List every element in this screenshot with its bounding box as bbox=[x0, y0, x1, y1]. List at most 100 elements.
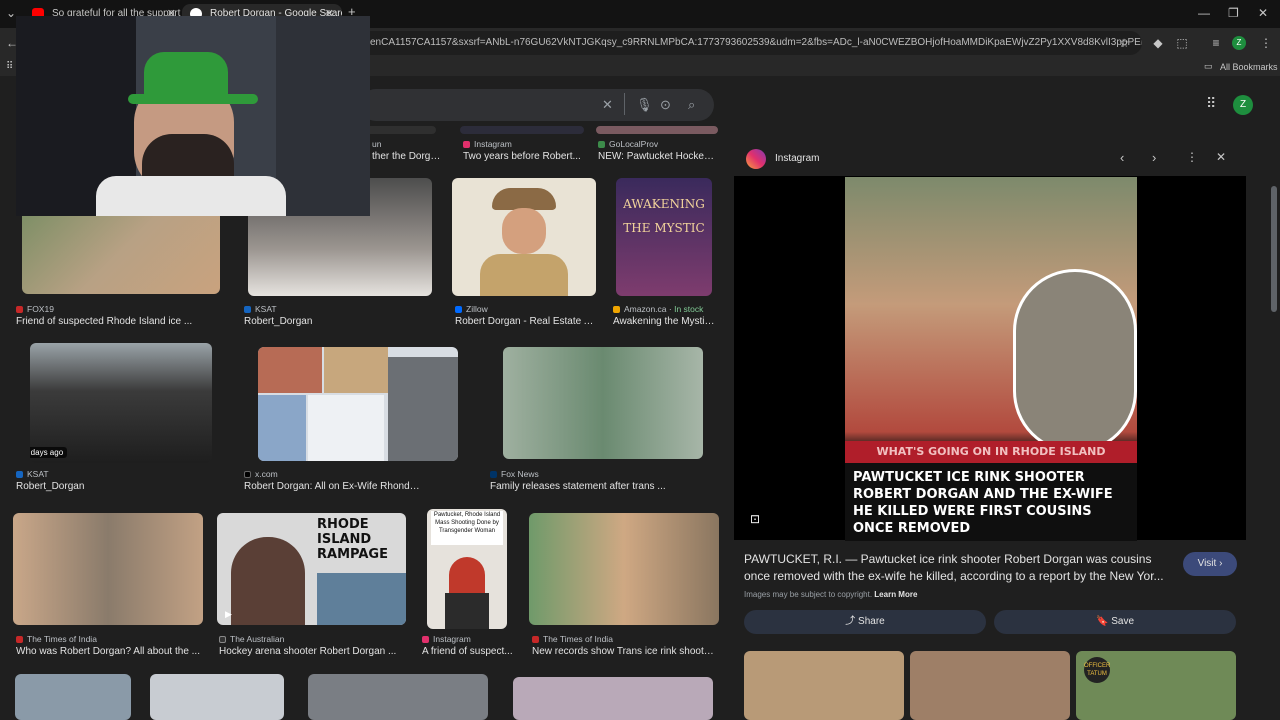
image-result[interactable] bbox=[13, 513, 203, 625]
result-title-line1[interactable]: PAWTUCKET, R.I. — Pawtucket ice rink sho… bbox=[744, 552, 1174, 566]
source-name: GoLocalProv bbox=[609, 139, 659, 149]
clear-search-icon[interactable]: ✕ bbox=[602, 97, 613, 113]
result-source: Instagram bbox=[422, 634, 471, 644]
save-button[interactable]: 🔖 Save bbox=[994, 610, 1236, 634]
account-avatar[interactable]: Z bbox=[1233, 95, 1253, 115]
source-name: Fox News bbox=[501, 469, 539, 479]
share-button[interactable]: ⤴ Share bbox=[744, 610, 986, 634]
image-result[interactable] bbox=[452, 178, 596, 296]
panel-source[interactable]: Instagram bbox=[775, 153, 819, 164]
white-shirt bbox=[96, 176, 286, 216]
rampage-overlay: RHODE ISLAND RAMPAGE bbox=[317, 517, 388, 562]
copyright-text: Images may be subject to copyright. bbox=[744, 590, 873, 599]
profile-avatar[interactable]: Z bbox=[1232, 36, 1246, 50]
landscape-photo bbox=[317, 573, 406, 625]
result-source: The Australian bbox=[219, 634, 284, 644]
microphone-icon[interactable]: 🎙 bbox=[636, 97, 653, 113]
image-result[interactable]: AWAKENING THE MYSTIC bbox=[616, 178, 712, 296]
image-result[interactable] bbox=[460, 126, 584, 134]
image-result[interactable] bbox=[513, 677, 713, 720]
result-caption[interactable]: ther the Dorga... bbox=[372, 151, 442, 162]
image-result[interactable] bbox=[308, 674, 488, 720]
result-source: Fox News bbox=[490, 469, 539, 479]
tab-search-icon[interactable]: ⌄ bbox=[6, 6, 16, 20]
image-headline: PAWTUCKET ICE RINK SHOOTER ROBERT DORGAN… bbox=[853, 470, 1113, 536]
image-result[interactable] bbox=[529, 513, 719, 625]
beanie-person bbox=[449, 557, 485, 597]
extensions-puzzle-icon[interactable]: ⬚ bbox=[1174, 35, 1190, 51]
instagram-icon bbox=[463, 141, 470, 148]
media-control-icon[interactable]: ≡ bbox=[1208, 35, 1224, 51]
search-icon[interactable]: ⌕ bbox=[688, 97, 695, 113]
image-result[interactable] bbox=[258, 347, 458, 461]
toi-icon bbox=[532, 636, 539, 643]
image-result[interactable] bbox=[150, 674, 284, 720]
restore-icon[interactable]: ❐ bbox=[1228, 6, 1239, 20]
previous-icon[interactable]: ‹ bbox=[1120, 150, 1124, 165]
extension-icon[interactable]: ◆ bbox=[1150, 35, 1166, 51]
result-caption[interactable]: A friend of suspect... bbox=[422, 646, 518, 657]
bookmark-icon: 🔖 bbox=[1095, 616, 1109, 627]
page-scrollbar[interactable] bbox=[1270, 150, 1278, 710]
chrome-menu-icon[interactable]: ⋮ bbox=[1258, 35, 1274, 51]
cabinet-background bbox=[276, 16, 370, 216]
image-result[interactable] bbox=[15, 674, 131, 720]
result-caption[interactable]: Family releases statement after trans ..… bbox=[490, 481, 670, 492]
more-options-icon[interactable]: ⋮ bbox=[1186, 150, 1198, 164]
result-caption[interactable]: NEW: Pawtucket Hockey ... bbox=[598, 151, 718, 162]
all-bookmarks-link[interactable]: All Bookmarks bbox=[1220, 62, 1278, 72]
webcam-overlay bbox=[16, 16, 370, 216]
result-source: Instagram bbox=[463, 139, 512, 149]
google-apps-icon[interactable]: ⠿ bbox=[1206, 95, 1216, 112]
result-caption[interactable]: Awakening the Mystic... bbox=[613, 316, 717, 327]
image-result[interactable] bbox=[596, 126, 718, 134]
scrollbar-thumb[interactable] bbox=[1271, 186, 1277, 312]
copyright-note: Images may be subject to copyright. Lear… bbox=[744, 590, 917, 599]
window-close-icon[interactable]: ✕ bbox=[1258, 6, 1268, 20]
result-source: Amazon.ca · In stock bbox=[613, 304, 703, 314]
learn-more-link[interactable]: Learn More bbox=[874, 590, 917, 599]
result-source: x.com bbox=[244, 469, 278, 479]
result-title-line2[interactable]: once removed with the ex-wife he killed,… bbox=[744, 569, 1174, 583]
result-caption[interactable]: Who was Robert Dorgan? All about the ... bbox=[16, 646, 200, 657]
image-result[interactable]: Pawtucket, Rhode Island Mass Shooting Do… bbox=[427, 509, 507, 629]
source-name: The Times of India bbox=[543, 634, 613, 644]
red-banner: WHAT'S GOING ON IN RHODE ISLAND bbox=[845, 441, 1137, 463]
in-stock-label: In stock bbox=[674, 304, 704, 314]
close-panel-icon[interactable]: ✕ bbox=[1216, 150, 1226, 164]
lens-icon[interactable]: ⊙ bbox=[660, 97, 671, 113]
lens-search-icon[interactable]: ⊡ bbox=[750, 512, 760, 526]
result-caption[interactable]: Two years before Robert... bbox=[463, 151, 583, 162]
related-image[interactable] bbox=[910, 651, 1070, 720]
image-result[interactable]: 5 days ago bbox=[30, 343, 212, 463]
image-result[interactable]: RHODE ISLAND RAMPAGE ▶ bbox=[217, 513, 406, 625]
source-name: FOX19 bbox=[27, 304, 54, 314]
next-icon[interactable]: › bbox=[1152, 150, 1156, 165]
result-caption[interactable]: New records show Trans ice rink shooter.… bbox=[532, 646, 718, 657]
source-name: Instagram bbox=[474, 139, 512, 149]
result-caption[interactable]: Robert_Dorgan bbox=[16, 481, 216, 492]
result-caption[interactable]: Friend of suspected Rhode Island ice ... bbox=[16, 316, 216, 327]
result-caption[interactable]: Robert Dorgan - Real Estate A... bbox=[455, 316, 595, 327]
officer-tatum-badge: OFFICER TATUM bbox=[1084, 657, 1110, 683]
related-image[interactable] bbox=[744, 651, 904, 720]
apps-grid-icon[interactable]: ⠿ bbox=[6, 61, 13, 72]
result-caption[interactable]: Robert Dorgan: All on Ex-Wife Rhonda ... bbox=[244, 481, 424, 492]
bookmark-star-icon[interactable]: ☆ bbox=[1116, 35, 1132, 51]
result-source: KSAT bbox=[16, 469, 49, 479]
divider bbox=[624, 93, 625, 115]
shirt-shape bbox=[445, 593, 489, 629]
preview-photo: WHAT'S GOING ON IN RHODE ISLAND PAWTUCKE… bbox=[845, 177, 1137, 541]
result-caption[interactable]: Hockey arena shooter Robert Dorgan ... bbox=[219, 646, 403, 657]
source-name: The Australian bbox=[230, 634, 285, 644]
collage-photo bbox=[324, 347, 388, 393]
preview-image[interactable]: WHAT'S GOING ON IN RHODE ISLAND PAWTUCKE… bbox=[734, 176, 1246, 541]
visit-button[interactable]: Visit › bbox=[1183, 552, 1237, 576]
cowboy-hat bbox=[492, 188, 556, 210]
related-image[interactable]: OFFICER TATUM bbox=[1076, 651, 1236, 720]
minimize-icon[interactable]: — bbox=[1198, 6, 1210, 20]
result-caption[interactable]: Robert_Dorgan bbox=[244, 316, 424, 327]
source-name: KSAT bbox=[27, 469, 49, 479]
image-result[interactable] bbox=[503, 347, 703, 459]
share-label: Share bbox=[858, 616, 885, 627]
